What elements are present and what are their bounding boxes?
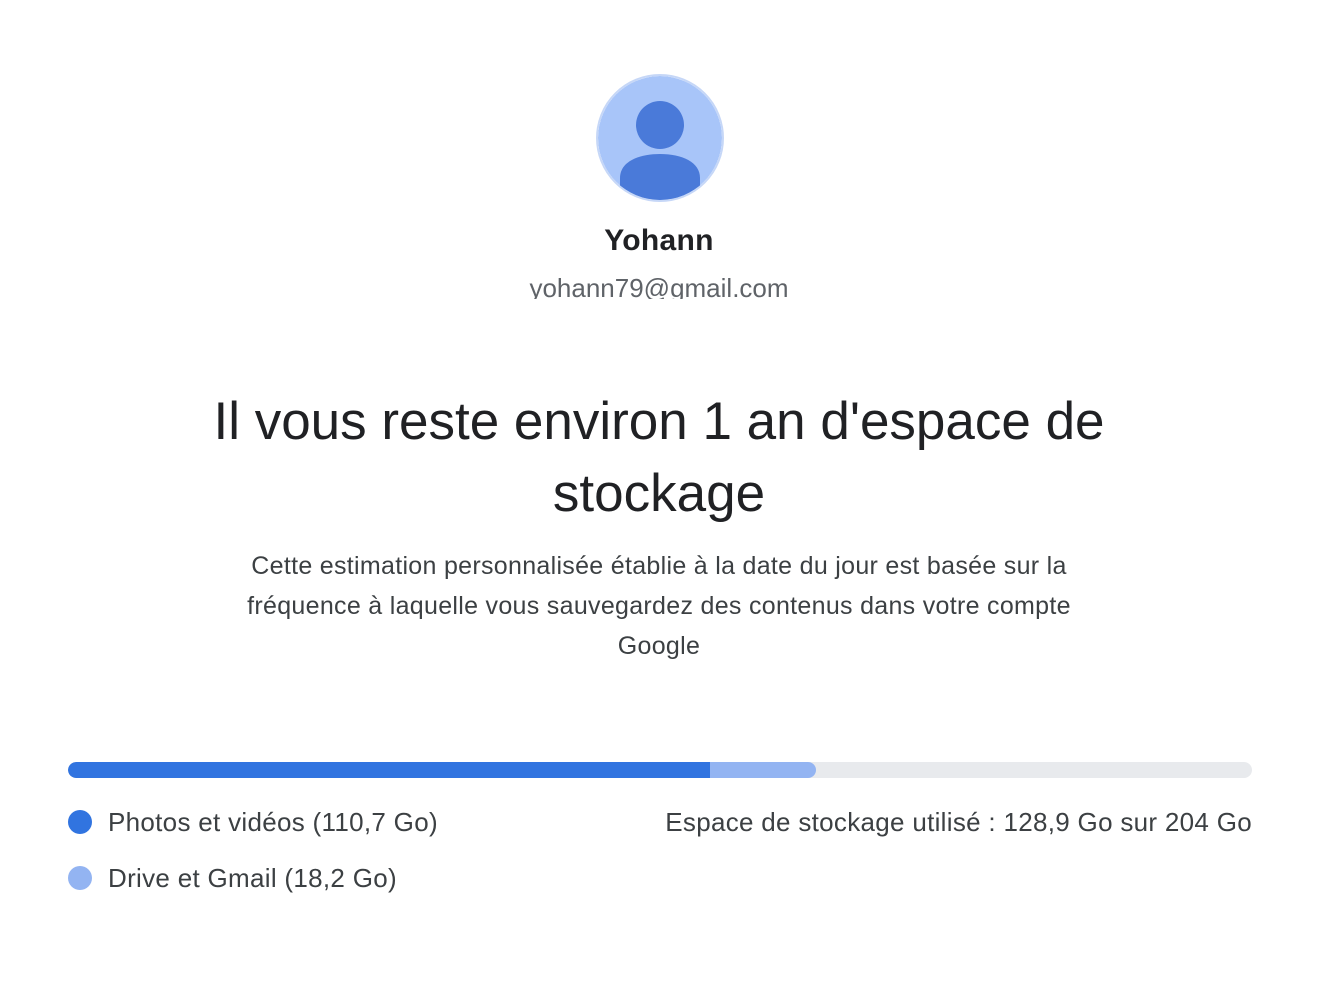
legend-item-drive: Drive et Gmail (18,2 Go) <box>68 862 397 894</box>
account-email-container: yohann79@gmail.com <box>0 271 1318 299</box>
legend-dot-photos <box>68 810 92 834</box>
legend-label-drive: Drive et Gmail (18,2 Go) <box>108 862 397 893</box>
account-name: Yohann <box>604 224 714 257</box>
storage-used-summary: Espace de stockage utilisé : 128,9 Go su… <box>665 807 1252 837</box>
person-icon <box>598 76 722 200</box>
legend-dot-drive <box>68 866 92 890</box>
account-email: yohann79@gmail.com <box>529 273 789 299</box>
storage-bar <box>68 762 1252 778</box>
storage-bar-photos-segment <box>68 762 711 778</box>
storage-bar-drive-segment <box>710 762 817 778</box>
avatar <box>596 74 724 202</box>
estimate-description: Cette estimation personnalisée établie à… <box>247 552 1071 660</box>
page-title: Il vous reste environ 1 an d'espace de s… <box>213 392 1105 523</box>
legend-item-photos: Photos et vidéos (110,7 Go) <box>68 806 438 838</box>
legend-label-photos: Photos et vidéos (110,7 Go) <box>108 806 438 837</box>
